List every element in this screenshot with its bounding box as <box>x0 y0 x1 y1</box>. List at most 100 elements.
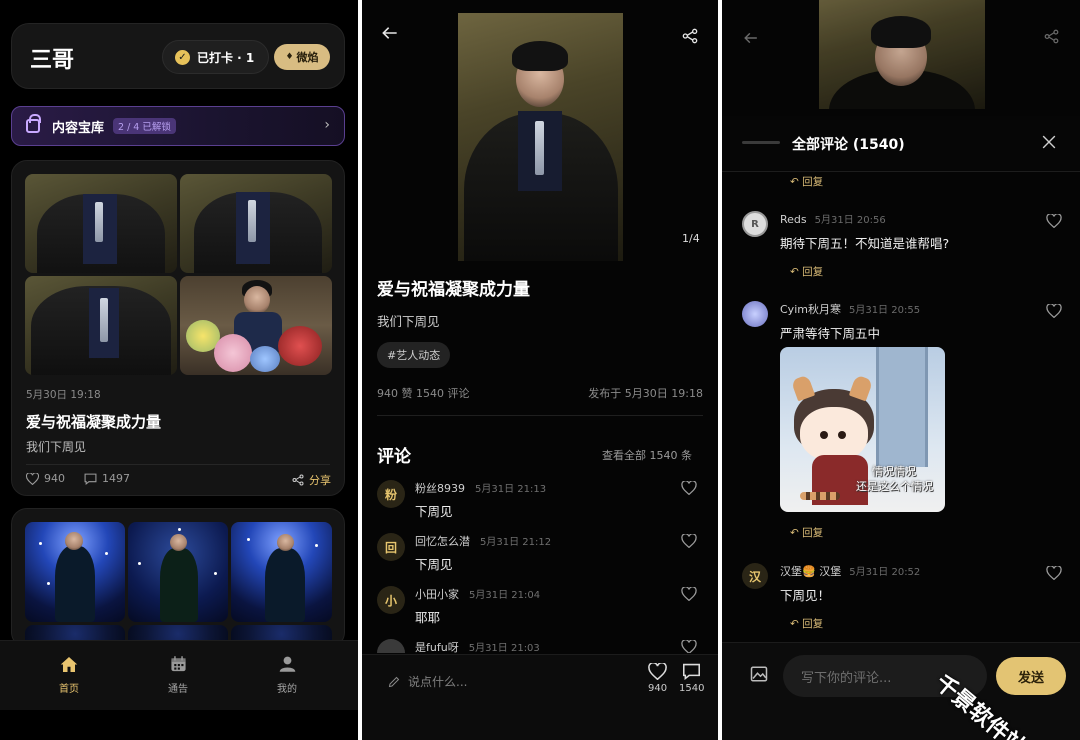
comment-text: 耶耶 <box>415 610 441 625</box>
heart-icon <box>26 472 39 485</box>
heart-icon <box>681 639 697 653</box>
reply-button[interactable]: ↶ 回复 <box>790 616 823 631</box>
reply-icon: ↶ <box>790 176 799 188</box>
post-photo[interactable] <box>180 276 332 375</box>
post-card[interactable] <box>11 508 345 648</box>
drag-handle[interactable] <box>742 141 780 144</box>
avatar[interactable]: 回 <box>377 533 405 561</box>
tab-label: 首页 <box>59 684 79 695</box>
post-photo[interactable] <box>25 276 177 375</box>
chevron-right-icon: › <box>324 117 330 133</box>
avatar[interactable] <box>377 639 405 653</box>
comment-text: 期待下周五！不知道是谁帮唱? <box>780 236 950 251</box>
comment-item: 粉 粉丝8939 5月31日 21:13 下周见 <box>377 480 707 530</box>
comment-text: 下周见 <box>415 504 453 519</box>
home-screen: 三哥 ✓ 已打卡 · 1 ♦ 微焰 内容宝库 2 / 4 已解锁 › 5月30日… <box>0 0 358 740</box>
avatar[interactable] <box>742 301 768 327</box>
arrow-left-icon <box>744 32 757 44</box>
comment-like-button[interactable] <box>681 533 697 552</box>
view-all-comments-link[interactable]: 查看全部 1540 条 <box>602 447 692 463</box>
post-photo[interactable] <box>128 522 228 622</box>
reply-label: 回复 <box>802 266 824 278</box>
sticker-caption: 还是这么个情况 <box>856 480 933 493</box>
vault-label: 内容宝库 <box>52 120 105 136</box>
post-photo[interactable] <box>231 522 332 622</box>
avatar[interactable]: R <box>742 211 768 237</box>
sticker-image[interactable]: 情况情况 还是这么个情况 <box>780 347 945 512</box>
comment-like-button[interactable] <box>1046 565 1062 584</box>
reply-button[interactable]: ↶ 回复 <box>790 525 823 540</box>
comment-time: 5月31日 21:04 <box>469 590 541 601</box>
back-button[interactable] <box>382 24 398 46</box>
post-date: 5月30日 19:18 <box>26 389 101 401</box>
home-icon <box>60 656 78 672</box>
comment-item: 回 回忆怎么潜 5月31日 21:12 下周见 <box>377 533 707 583</box>
weibo-label: 微焰 <box>296 51 319 64</box>
comment-like-button[interactable] <box>1046 303 1062 322</box>
avatar[interactable]: 小 <box>377 586 405 614</box>
comment-item: 汉 汉堡🍔 汉堡 5月31日 20:52 下周见！ <box>742 563 1062 613</box>
reply-button[interactable]: ↶ 回复 <box>790 174 823 189</box>
home-header: 三哥 ✓ 已打卡 · 1 ♦ 微焰 <box>11 23 345 89</box>
comment-like-button[interactable] <box>1046 213 1062 232</box>
comment-text: 下周见！ <box>780 588 831 603</box>
divider <box>26 464 330 465</box>
bottom-tab-bar: 首页 通告 我的 <box>0 640 358 710</box>
comment-text: 下周见 <box>415 557 453 572</box>
share-button[interactable] <box>1044 29 1059 48</box>
comment-icon <box>683 663 701 681</box>
comment-author: Reds <box>780 213 807 226</box>
tab-schedule[interactable]: 通告 <box>143 653 213 695</box>
post-card[interactable]: 5月30日 19:18 爱与祝福凝聚成力量 我们下周见 940 1497 分享 <box>11 160 345 496</box>
comment-time: 5月31日 21:13 <box>475 484 547 495</box>
post-photo[interactable] <box>180 174 332 273</box>
comment-like-button[interactable] <box>681 480 697 499</box>
checkin-button[interactable]: ✓ 已打卡 · 1 <box>162 40 270 74</box>
comment-item: R Reds 5月31日 20:56 期待下周五！不知道是谁帮唱? <box>742 211 1062 271</box>
content-vault-banner[interactable]: 内容宝库 2 / 4 已解锁 › <box>11 106 345 146</box>
publish-date: 发布于 5月30日 19:18 <box>588 387 703 400</box>
comment-time: 5月31日 20:52 <box>849 567 921 578</box>
screenshot-collage: 三哥 ✓ 已打卡 · 1 ♦ 微焰 内容宝库 2 / 4 已解锁 › 5月30日… <box>0 0 1080 740</box>
comment-button[interactable]: 1497 <box>84 472 130 485</box>
share-button[interactable] <box>682 28 698 48</box>
heart-icon <box>681 480 697 496</box>
tab-profile[interactable]: 我的 <box>252 653 322 695</box>
reply-label: 回复 <box>802 618 824 630</box>
comment-button[interactable]: 1540 <box>679 663 704 694</box>
image-picker-button[interactable] <box>750 665 768 687</box>
flame-icon: ♦ <box>285 52 294 62</box>
share-button[interactable]: 分享 <box>292 472 331 488</box>
like-button[interactable]: 940 <box>26 472 65 485</box>
avatar[interactable]: 粉 <box>377 480 405 508</box>
comment-like-button[interactable] <box>681 639 697 653</box>
avatar[interactable]: 汉 <box>742 563 768 589</box>
check-icon: ✓ <box>175 49 190 65</box>
back-button[interactable] <box>744 28 758 50</box>
post-detail-screen: 1/4 爱与祝福凝聚成力量 我们下周见 #艺人动态 940 赞 1540 评论 … <box>362 0 718 740</box>
comment-input[interactable]: 写下你的评论... <box>783 655 987 697</box>
send-button[interactable]: 发送 <box>996 657 1066 695</box>
like-button[interactable]: 940 <box>648 661 667 694</box>
post-stats: 940 赞 1540 评论 <box>377 387 470 400</box>
tab-home[interactable]: 首页 <box>34 653 104 695</box>
comment-input[interactable]: 说点什么... <box>388 673 467 690</box>
post-photo[interactable] <box>25 522 125 622</box>
comment-count: 1540 <box>679 683 705 694</box>
pencil-icon <box>388 676 400 687</box>
comment-like-button[interactable] <box>681 586 697 605</box>
close-button[interactable] <box>1042 130 1056 154</box>
reply-button[interactable]: ↶ 回复 <box>790 264 823 279</box>
comment-time: 5月31日 20:56 <box>814 215 886 226</box>
post-hero-image[interactable] <box>458 13 623 261</box>
topic-tag[interactable]: #艺人动态 <box>377 342 451 368</box>
vault-badge: 2 / 4 已解锁 <box>113 118 176 134</box>
share-label: 分享 <box>309 474 331 487</box>
page-title: 三哥 <box>30 48 75 73</box>
arrow-left-icon <box>382 27 397 39</box>
post-title: 爱与祝福凝聚成力量 <box>26 413 162 431</box>
tab-label: 我的 <box>277 684 297 695</box>
post-photo[interactable] <box>25 174 177 273</box>
weibo-button[interactable]: ♦ 微焰 <box>274 44 330 70</box>
reply-label: 回复 <box>802 176 824 188</box>
